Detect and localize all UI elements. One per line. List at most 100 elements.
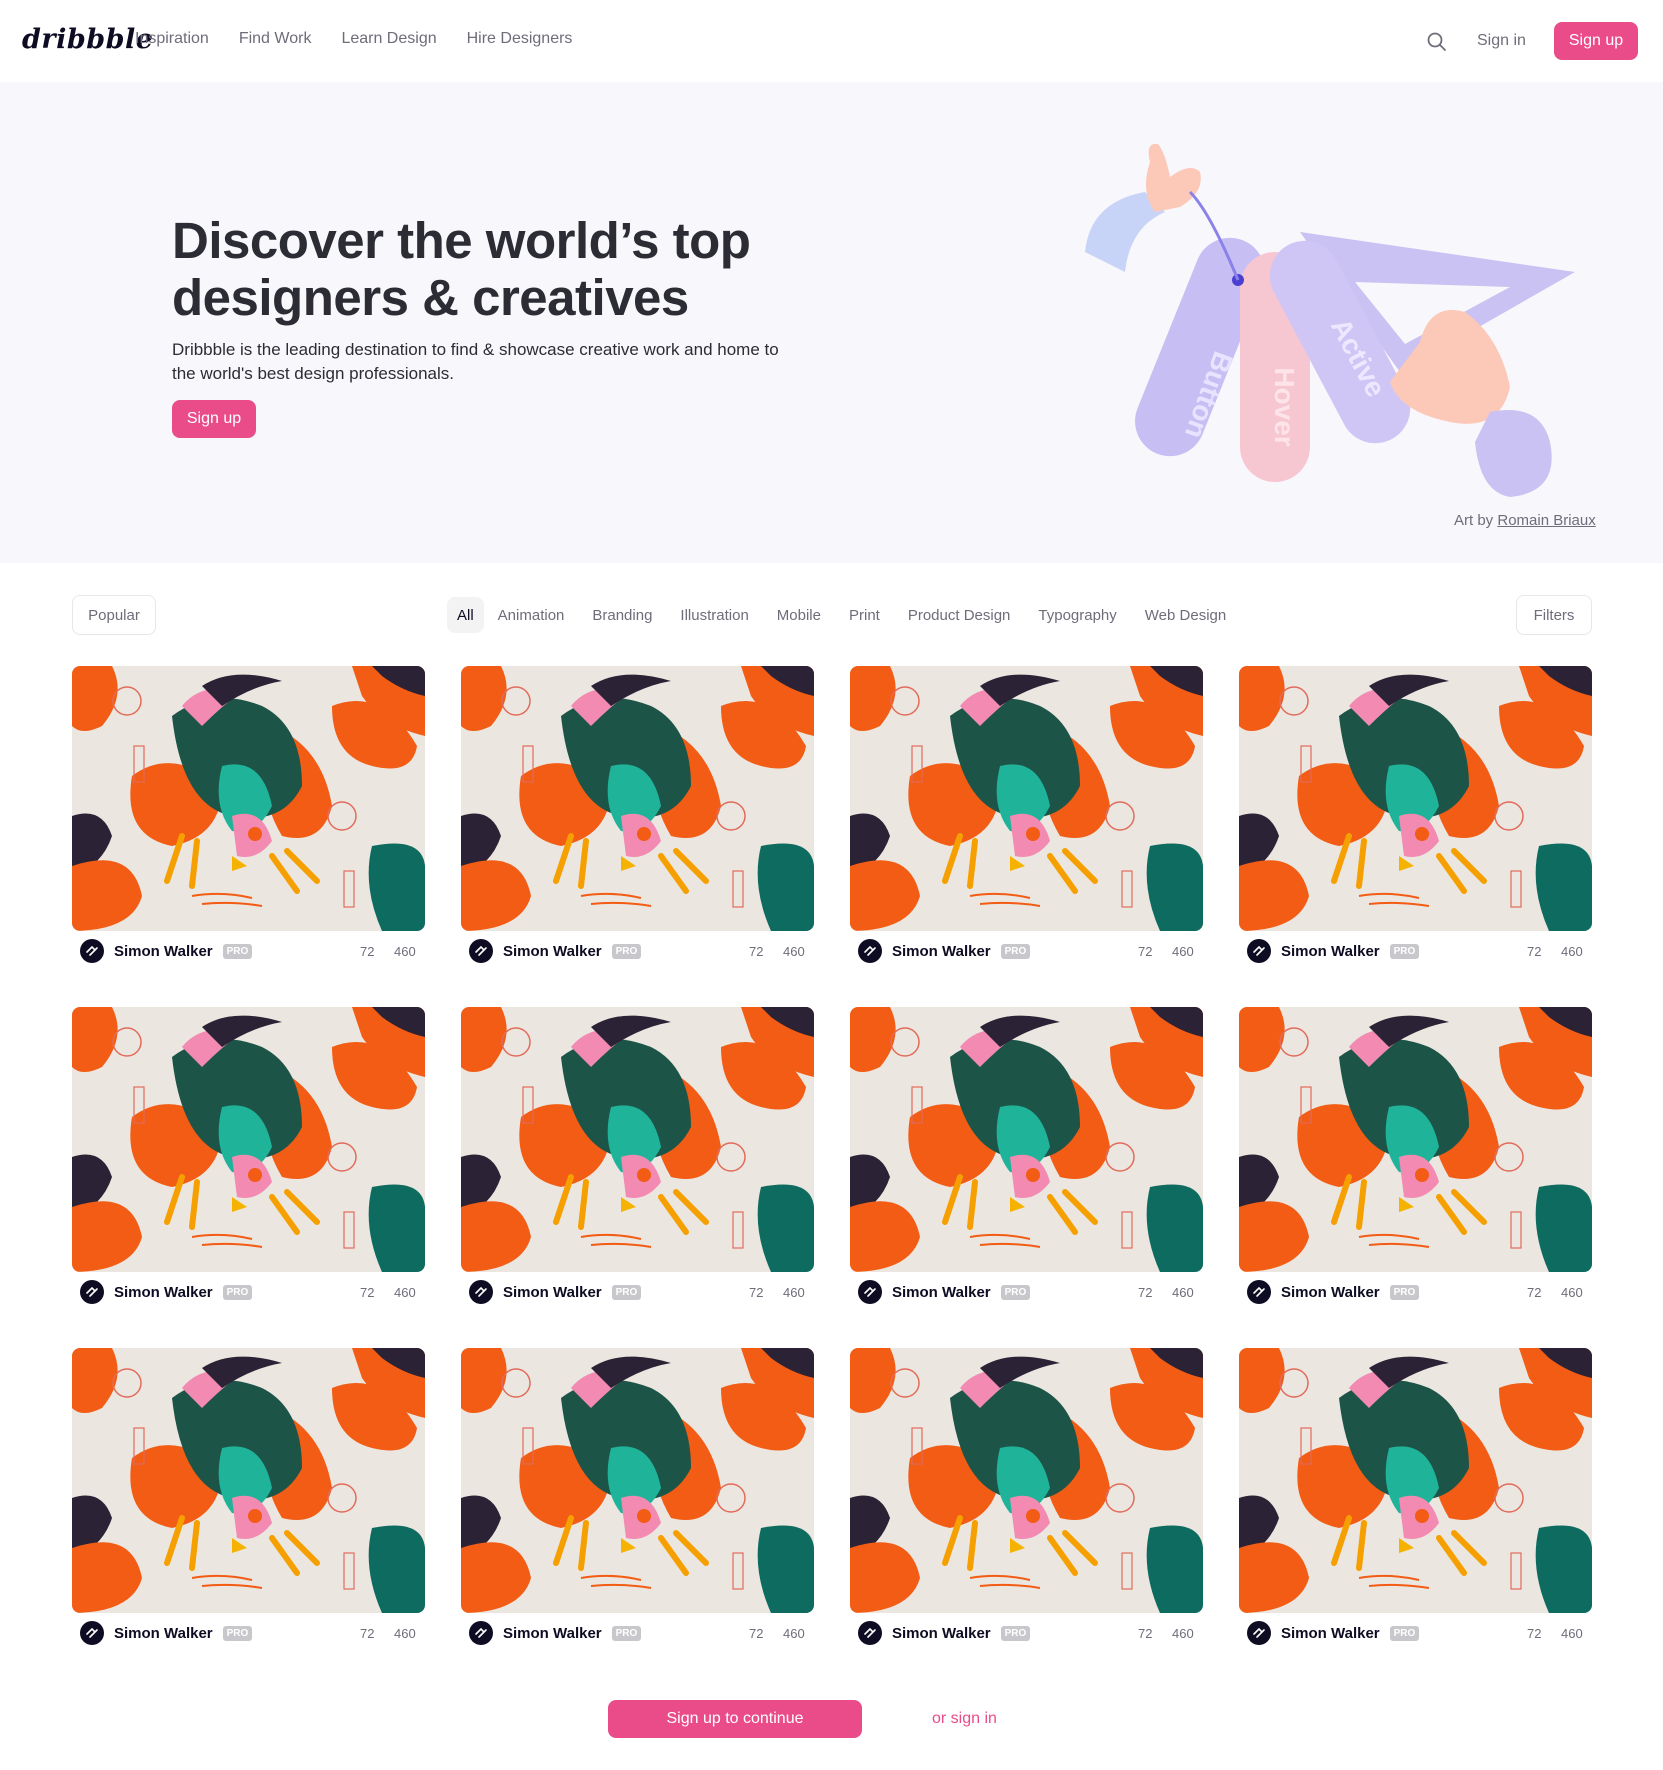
- pro-badge: PRO: [1389, 943, 1420, 959]
- tab-typography[interactable]: Typography: [1024, 597, 1130, 633]
- tab-mobile[interactable]: Mobile: [763, 597, 835, 633]
- pro-badge: PRO: [222, 943, 253, 959]
- author-name[interactable]: Simon Walker: [892, 943, 991, 960]
- avatar[interactable]: [80, 939, 104, 963]
- avatar[interactable]: [858, 1280, 882, 1304]
- shot-thumbnail[interactable]: [461, 1007, 814, 1272]
- squarespace-logo-icon: [1253, 1627, 1265, 1638]
- author-name[interactable]: Simon Walker: [1281, 1625, 1380, 1642]
- pro-badge: PRO: [1000, 1625, 1031, 1641]
- filters-button[interactable]: Filters: [1516, 595, 1592, 635]
- shot-card[interactable]: Simon Walker PRO 72 460: [850, 1007, 1203, 1348]
- like-count: 72: [1527, 944, 1542, 959]
- author-name[interactable]: Simon Walker: [892, 1284, 991, 1301]
- avatar[interactable]: [1247, 1280, 1271, 1304]
- author-name[interactable]: Simon Walker: [1281, 1284, 1380, 1301]
- tab-web-design[interactable]: Web Design: [1131, 597, 1240, 633]
- shot-card[interactable]: Simon Walker PRO 72 460: [461, 666, 814, 1007]
- like-count: 72: [749, 1626, 764, 1641]
- avatar[interactable]: [858, 939, 882, 963]
- shot-thumbnail[interactable]: [1239, 666, 1592, 931]
- tab-animation[interactable]: Animation: [484, 597, 579, 633]
- shot-thumbnail[interactable]: [461, 1348, 814, 1613]
- avatar[interactable]: [469, 1280, 493, 1304]
- nav-hire-designers[interactable]: Hire Designers: [467, 30, 573, 48]
- view-count: 460: [394, 944, 416, 959]
- shot-thumbnail[interactable]: [1239, 1007, 1592, 1272]
- shot-meta: Simon Walker PRO 72 460: [72, 931, 425, 971]
- shot-card[interactable]: Simon Walker PRO 72 460: [1239, 1007, 1592, 1348]
- shot-meta: Simon Walker PRO 72 460: [461, 1613, 814, 1653]
- shot-card[interactable]: Simon Walker PRO 72 460: [72, 1007, 425, 1348]
- nav-inspiration[interactable]: Inspiration: [135, 30, 209, 48]
- shot-thumbnail[interactable]: [461, 666, 814, 931]
- author-name[interactable]: Simon Walker: [114, 1625, 213, 1642]
- shot-thumbnail[interactable]: [1239, 1348, 1592, 1613]
- view-count: 460: [1172, 1285, 1194, 1300]
- shot-thumbnail[interactable]: [850, 1007, 1203, 1272]
- like-count: 72: [360, 1626, 375, 1641]
- hero-title: Discover the world’s top designers & cre…: [172, 212, 751, 326]
- view-count: 460: [783, 944, 805, 959]
- avatar[interactable]: [80, 1621, 104, 1645]
- or-sign-in-link[interactable]: or sign in: [932, 1710, 997, 1728]
- shot-card[interactable]: Simon Walker PRO 72 460: [1239, 666, 1592, 1007]
- squarespace-logo-icon: [864, 945, 876, 956]
- author-name[interactable]: Simon Walker: [503, 1625, 602, 1642]
- dribbble-logo[interactable]: dribbble: [22, 24, 153, 55]
- shot-thumbnail[interactable]: [72, 1007, 425, 1272]
- art-tag-hover: Hover: [1269, 367, 1300, 446]
- shot-card[interactable]: Simon Walker PRO 72 460: [72, 1348, 425, 1689]
- tab-branding[interactable]: Branding: [578, 597, 666, 633]
- avatar[interactable]: [858, 1621, 882, 1645]
- avatar[interactable]: [1247, 939, 1271, 963]
- art-credit-link[interactable]: Romain Briaux: [1497, 512, 1595, 529]
- shot-meta: Simon Walker PRO 72 460: [850, 1272, 1203, 1312]
- shot-meta: Simon Walker PRO 72 460: [1239, 1613, 1592, 1653]
- author-name[interactable]: Simon Walker: [114, 1284, 213, 1301]
- like-count: 72: [749, 1285, 764, 1300]
- shot-thumbnail[interactable]: [850, 666, 1203, 931]
- author-name[interactable]: Simon Walker: [892, 1625, 991, 1642]
- view-count: 460: [394, 1285, 416, 1300]
- author-name[interactable]: Simon Walker: [503, 1284, 602, 1301]
- shot-illustration: [72, 666, 425, 931]
- nav-learn-design[interactable]: Learn Design: [341, 30, 436, 48]
- author-name[interactable]: Simon Walker: [1281, 943, 1380, 960]
- hero-sign-up-button[interactable]: Sign up: [172, 400, 256, 438]
- shot-thumbnail[interactable]: [850, 1348, 1203, 1613]
- nav-find-work[interactable]: Find Work: [239, 30, 312, 48]
- squarespace-logo-icon: [864, 1286, 876, 1297]
- shot-illustration: [72, 1348, 425, 1613]
- avatar[interactable]: [1247, 1621, 1271, 1645]
- shot-thumbnail[interactable]: [72, 1348, 425, 1613]
- shot-thumbnail[interactable]: [72, 666, 425, 931]
- search-icon[interactable]: [1426, 31, 1448, 53]
- avatar[interactable]: [469, 939, 493, 963]
- tab-illustration[interactable]: Illustration: [666, 597, 762, 633]
- tab-print[interactable]: Print: [835, 597, 894, 633]
- sort-dropdown[interactable]: Popular: [72, 595, 156, 635]
- shot-card[interactable]: Simon Walker PRO 72 460: [850, 1348, 1203, 1689]
- shot-illustration: [1239, 1007, 1592, 1272]
- sign-up-to-continue-button[interactable]: Sign up to continue: [608, 1700, 862, 1738]
- tab-product-design[interactable]: Product Design: [894, 597, 1025, 633]
- shot-illustration: [461, 1348, 814, 1613]
- tab-all[interactable]: All: [447, 597, 484, 633]
- pro-badge: PRO: [222, 1625, 253, 1641]
- sign-in-link[interactable]: Sign in: [1477, 32, 1526, 50]
- shot-card[interactable]: Simon Walker PRO 72 460: [72, 666, 425, 1007]
- shot-card[interactable]: Simon Walker PRO 72 460: [461, 1007, 814, 1348]
- avatar[interactable]: [80, 1280, 104, 1304]
- sign-up-button[interactable]: Sign up: [1554, 22, 1638, 60]
- shot-card[interactable]: Simon Walker PRO 72 460: [850, 666, 1203, 1007]
- shot-meta: Simon Walker PRO 72 460: [461, 1272, 814, 1312]
- shot-card[interactable]: Simon Walker PRO 72 460: [461, 1348, 814, 1689]
- view-count: 460: [1561, 1285, 1583, 1300]
- author-name[interactable]: Simon Walker: [503, 943, 602, 960]
- avatar[interactable]: [469, 1621, 493, 1645]
- pro-badge: PRO: [1389, 1284, 1420, 1300]
- author-name[interactable]: Simon Walker: [114, 943, 213, 960]
- shot-card[interactable]: Simon Walker PRO 72 460: [1239, 1348, 1592, 1689]
- pro-badge: PRO: [611, 943, 642, 959]
